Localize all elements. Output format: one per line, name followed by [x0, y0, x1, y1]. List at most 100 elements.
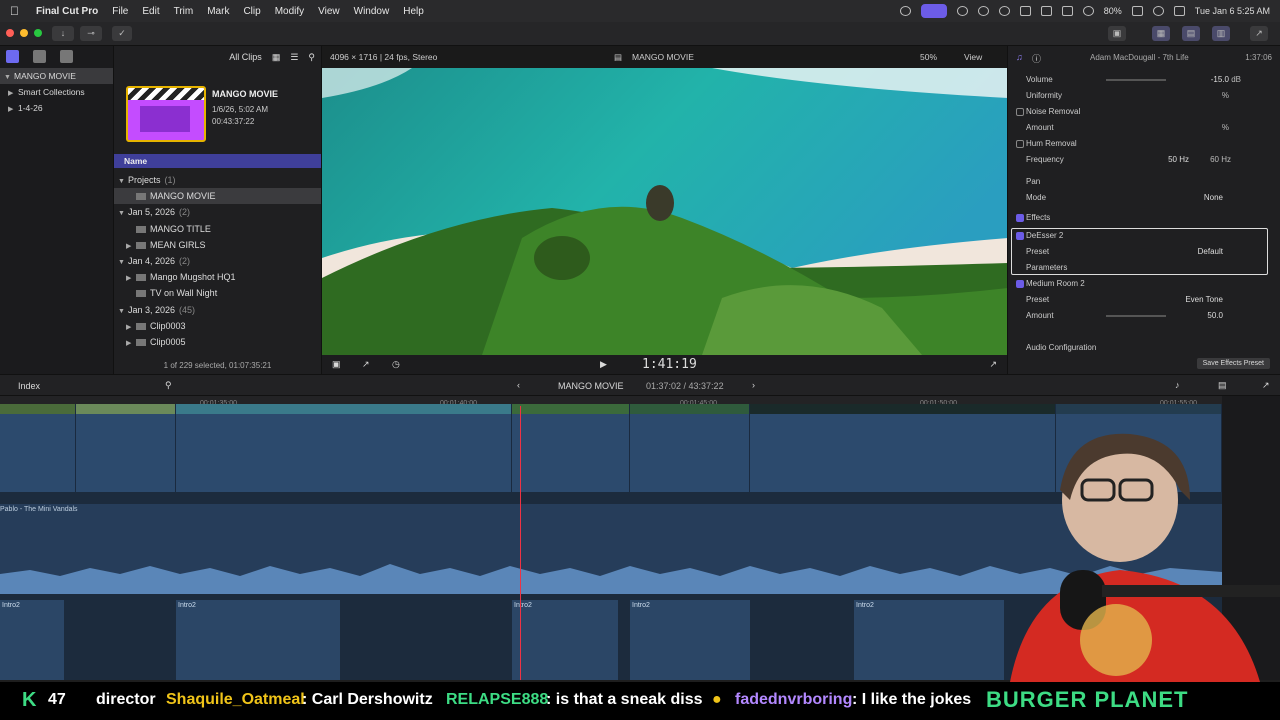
menu-trim[interactable]: Trim: [174, 6, 194, 17]
audio-clip[interactable]: Intro2: [0, 600, 64, 680]
menu-app-name[interactable]: Final Cut Pro: [36, 6, 98, 17]
headphones-icon[interactable]: ♪: [1175, 380, 1180, 390]
video-clip[interactable]: [76, 404, 176, 492]
list-item[interactable]: ▼ Projects (1): [114, 172, 321, 188]
medium-room-preset-dropdown[interactable]: Even Tone: [1185, 292, 1223, 308]
audio-clip[interactable]: Intro2: [176, 600, 340, 680]
video-clip[interactable]: [176, 404, 512, 492]
menu-window[interactable]: Window: [354, 6, 390, 17]
wifi-icon[interactable]: [1082, 6, 1094, 16]
zoom-tool-icon[interactable]: ⚲: [165, 380, 172, 391]
filmstrip-view-icon[interactable]: ▦: [272, 52, 281, 63]
fullscreen-timeline-icon[interactable]: ↗: [1262, 380, 1270, 391]
disclosure-triangle-icon[interactable]: ▼: [118, 174, 128, 190]
list-view-icon[interactable]: ☰: [290, 52, 298, 63]
effects-checkbox[interactable]: [1016, 214, 1024, 222]
index-button[interactable]: Index: [18, 381, 40, 391]
status-icon[interactable]: [899, 6, 911, 16]
save-effects-preset-button[interactable]: Save Effects Preset: [1196, 358, 1270, 369]
audio-configuration-row[interactable]: Audio Configuration: [1008, 340, 1280, 356]
name-column-header[interactable]: Name: [114, 154, 321, 168]
clock-icon[interactable]: [998, 6, 1010, 16]
disclosure-triangle-icon[interactable]: ▶: [8, 102, 18, 118]
crop-icon[interactable]: ▣: [332, 359, 341, 370]
menu-help[interactable]: Help: [403, 6, 424, 17]
battery-icon[interactable]: [1131, 6, 1143, 16]
list-item[interactable]: ▶ Clip0003: [114, 318, 321, 334]
minimize-window-button[interactable]: [20, 29, 28, 37]
disclosure-triangle-icon[interactable]: ▶: [126, 271, 136, 287]
disclosure-triangle-icon[interactable]: ▼: [118, 206, 128, 222]
forward-arrow-icon[interactable]: ›: [752, 380, 755, 390]
video-clip[interactable]: [630, 404, 750, 492]
audio-clip[interactable]: Intro2: [854, 600, 1004, 680]
control-center-icon[interactable]: [1173, 6, 1185, 16]
menu-clip[interactable]: Clip: [243, 6, 260, 17]
list-item[interactable]: ▶ Clip0005: [114, 334, 321, 350]
back-arrow-icon[interactable]: ‹: [517, 380, 520, 390]
menu-edit[interactable]: Edit: [142, 6, 159, 17]
clip-appearance-icon[interactable]: ▤: [1218, 380, 1227, 391]
background-tasks-button[interactable]: ✓: [112, 26, 132, 41]
workspace-button[interactable]: ▣: [1108, 26, 1126, 41]
audio-clip[interactable]: Intro2: [512, 600, 618, 680]
menu-mark[interactable]: Mark: [207, 6, 229, 17]
clip-thumbnail[interactable]: [126, 86, 206, 142]
sidebar-item-event[interactable]: ▶ 1-4-26: [0, 100, 113, 116]
disclosure-triangle-icon[interactable]: ▶: [126, 336, 136, 352]
medium-room-checkbox[interactable]: [1016, 280, 1024, 288]
playhead[interactable]: [520, 406, 521, 680]
mic-icon[interactable]: [977, 6, 989, 16]
sidebar-item-smart-collections[interactable]: ▶ Smart Collections: [0, 84, 113, 100]
share-button[interactable]: ↗: [1250, 26, 1268, 41]
timeline-project-name[interactable]: MANGO MOVIE: [558, 381, 624, 391]
fullscreen-icon[interactable]: ↗: [989, 359, 997, 370]
keywords-button[interactable]: ⊸: [80, 26, 102, 41]
pan-mode-dropdown[interactable]: None: [1204, 190, 1223, 206]
list-item[interactable]: MANGO TITLE: [114, 221, 321, 237]
show-inspector-button[interactable]: ▥: [1212, 26, 1230, 41]
list-item[interactable]: ▼ Jan 5, 2026 (2): [114, 204, 321, 220]
bluetooth-icon[interactable]: [1061, 6, 1073, 16]
photos-icon[interactable]: [33, 50, 46, 63]
list-item[interactable]: TV on Wall Night: [114, 285, 321, 301]
info-tab-icon[interactable]: ⓘ: [1032, 52, 1041, 65]
import-button[interactable]: ↓: [52, 26, 74, 41]
list-item[interactable]: ▶ MEAN GIRLS: [114, 237, 321, 253]
video-clip[interactable]: [0, 404, 76, 492]
close-window-button[interactable]: [6, 29, 14, 37]
volume-slider[interactable]: [1106, 79, 1166, 81]
show-timeline-button[interactable]: ▤: [1182, 26, 1200, 41]
list-item[interactable]: ▶ Mango Mugshot HQ1: [114, 269, 321, 285]
noise-removal-checkbox[interactable]: [1016, 108, 1024, 116]
speed-icon[interactable]: ◷: [392, 359, 400, 370]
screen-icon[interactable]: [1019, 6, 1031, 16]
sidebar-item-mango-movie[interactable]: ▼ MANGO MOVIE: [0, 68, 113, 84]
hum-removal-checkbox[interactable]: [1016, 140, 1024, 148]
audio-clip[interactable]: Intro2: [630, 600, 750, 680]
search-icon[interactable]: ⚲: [308, 52, 315, 63]
show-browser-button[interactable]: ▦: [1152, 26, 1170, 41]
transform-icon[interactable]: ↗: [362, 359, 370, 370]
amount-slider[interactable]: [1106, 315, 1166, 317]
record-icon[interactable]: [956, 6, 968, 16]
list-item[interactable]: ▼ Jan 4, 2026 (2): [114, 253, 321, 269]
play-icon[interactable]: ▶: [600, 359, 607, 370]
view-dropdown[interactable]: View: [964, 52, 982, 62]
libraries-icon[interactable]: [6, 50, 19, 63]
video-clip[interactable]: [512, 404, 630, 492]
zoom-dropdown[interactable]: 50%: [920, 52, 937, 62]
zoom-window-button[interactable]: [34, 29, 42, 37]
audio-tab-icon[interactable]: ♫: [1016, 52, 1023, 62]
screen-record-icon[interactable]: [920, 4, 947, 18]
menu-file[interactable]: File: [112, 6, 128, 17]
display-icon[interactable]: [1040, 6, 1052, 16]
titles-icon[interactable]: [60, 50, 73, 63]
menu-view[interactable]: View: [318, 6, 340, 17]
list-item[interactable]: ▼ Jan 3, 2026 (45): [114, 302, 321, 318]
menubar-datetime[interactable]: Tue Jan 6 5:25 AM: [1195, 6, 1270, 16]
clip-filter-dropdown[interactable]: All Clips: [229, 52, 262, 62]
search-icon[interactable]: [1152, 6, 1164, 16]
list-item[interactable]: MANGO MOVIE: [114, 188, 321, 205]
apple-icon[interactable]: : [10, 4, 24, 18]
